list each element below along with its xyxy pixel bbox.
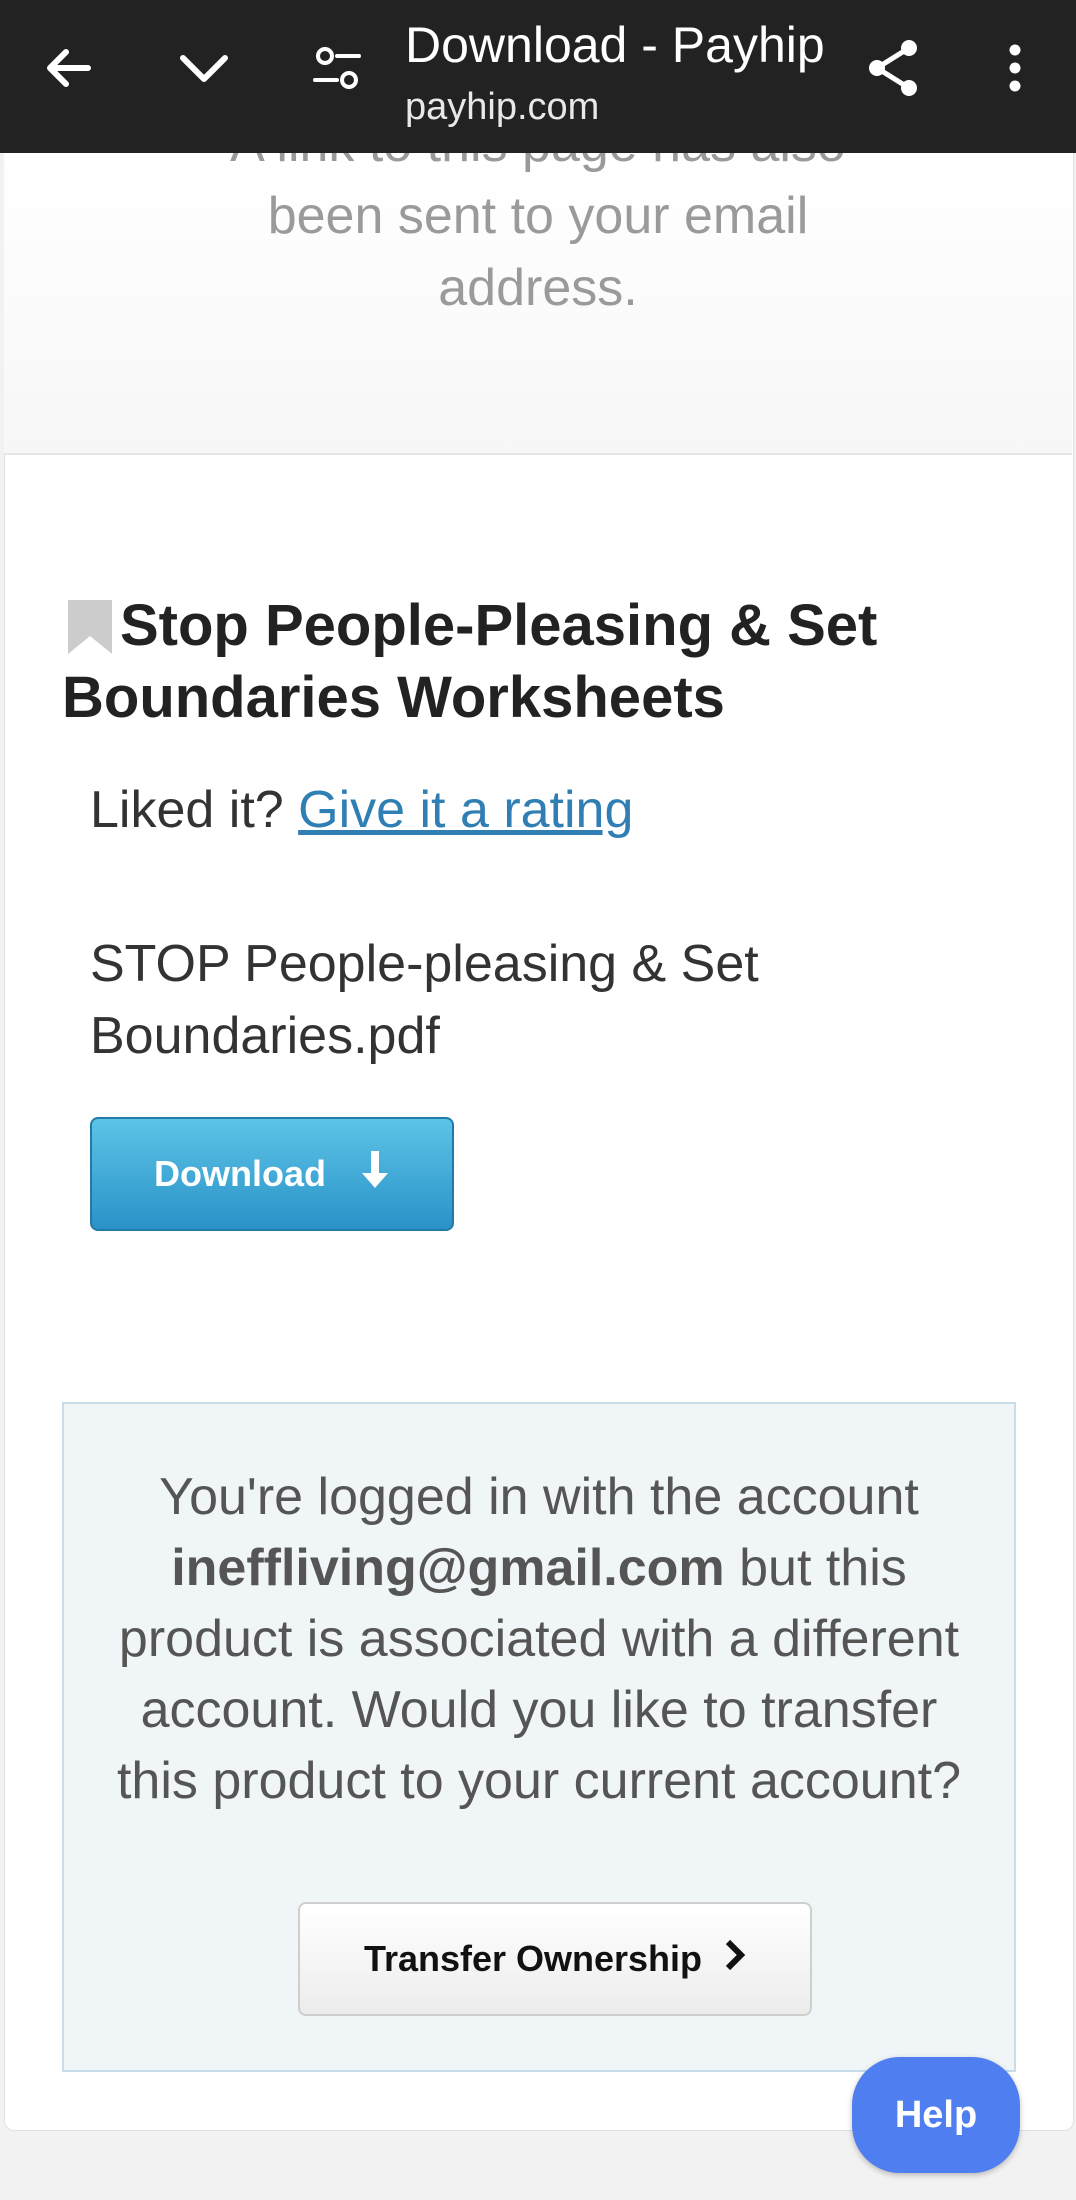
page-settings-icon[interactable] xyxy=(305,36,369,100)
product-title: Stop People-Pleasing & Set Boundaries Wo… xyxy=(62,590,1042,734)
account-email: ineffliving@gmail.com xyxy=(171,1539,725,1597)
page-title[interactable]: Download - Payhip xyxy=(405,16,825,74)
file-name: STOP People-pleasing & Set Boundaries.pd… xyxy=(90,935,759,1065)
share-icon[interactable] xyxy=(861,36,925,100)
email-notice-text: A link to this page has also been sent t… xyxy=(4,153,1072,324)
rating-prompt: Liked it? Give it a rating xyxy=(90,780,633,840)
transfer-ownership-panel: You're logged in with the account ineffl… xyxy=(62,1402,1016,2072)
download-arrow-icon xyxy=(360,1150,390,1198)
notice-line: A link to this page has also xyxy=(4,153,1072,180)
url-text[interactable]: payhip.com xyxy=(405,86,599,129)
give-rating-link[interactable]: Give it a rating xyxy=(298,781,633,839)
browser-toolbar: Download - Payhip payhip.com xyxy=(0,0,1076,153)
download-button[interactable]: Download xyxy=(90,1117,454,1231)
download-button-label: Download xyxy=(154,1153,326,1194)
chevron-down-icon[interactable] xyxy=(172,36,236,100)
product-title-text: Stop People-Pleasing & Set Boundaries Wo… xyxy=(62,593,878,730)
transfer-button-label: Transfer Ownership xyxy=(363,1938,703,1979)
more-vert-icon[interactable] xyxy=(983,36,1047,100)
notice-line: address. xyxy=(438,259,638,317)
transfer-ownership-button[interactable]: Transfer Ownership xyxy=(298,1902,812,2016)
email-notice: A link to this page has also been sent t… xyxy=(4,153,1072,455)
rating-prompt-text: Liked it? xyxy=(90,781,284,839)
transfer-message: You're logged in with the account ineffl… xyxy=(104,1462,974,1817)
back-arrow-icon[interactable] xyxy=(36,36,100,100)
notice-line: been sent to your email xyxy=(267,187,809,245)
transfer-text-before: You're logged in with the account xyxy=(159,1468,919,1526)
chevron-right-icon xyxy=(724,1938,746,1980)
help-button[interactable]: Help xyxy=(852,2057,1020,2173)
